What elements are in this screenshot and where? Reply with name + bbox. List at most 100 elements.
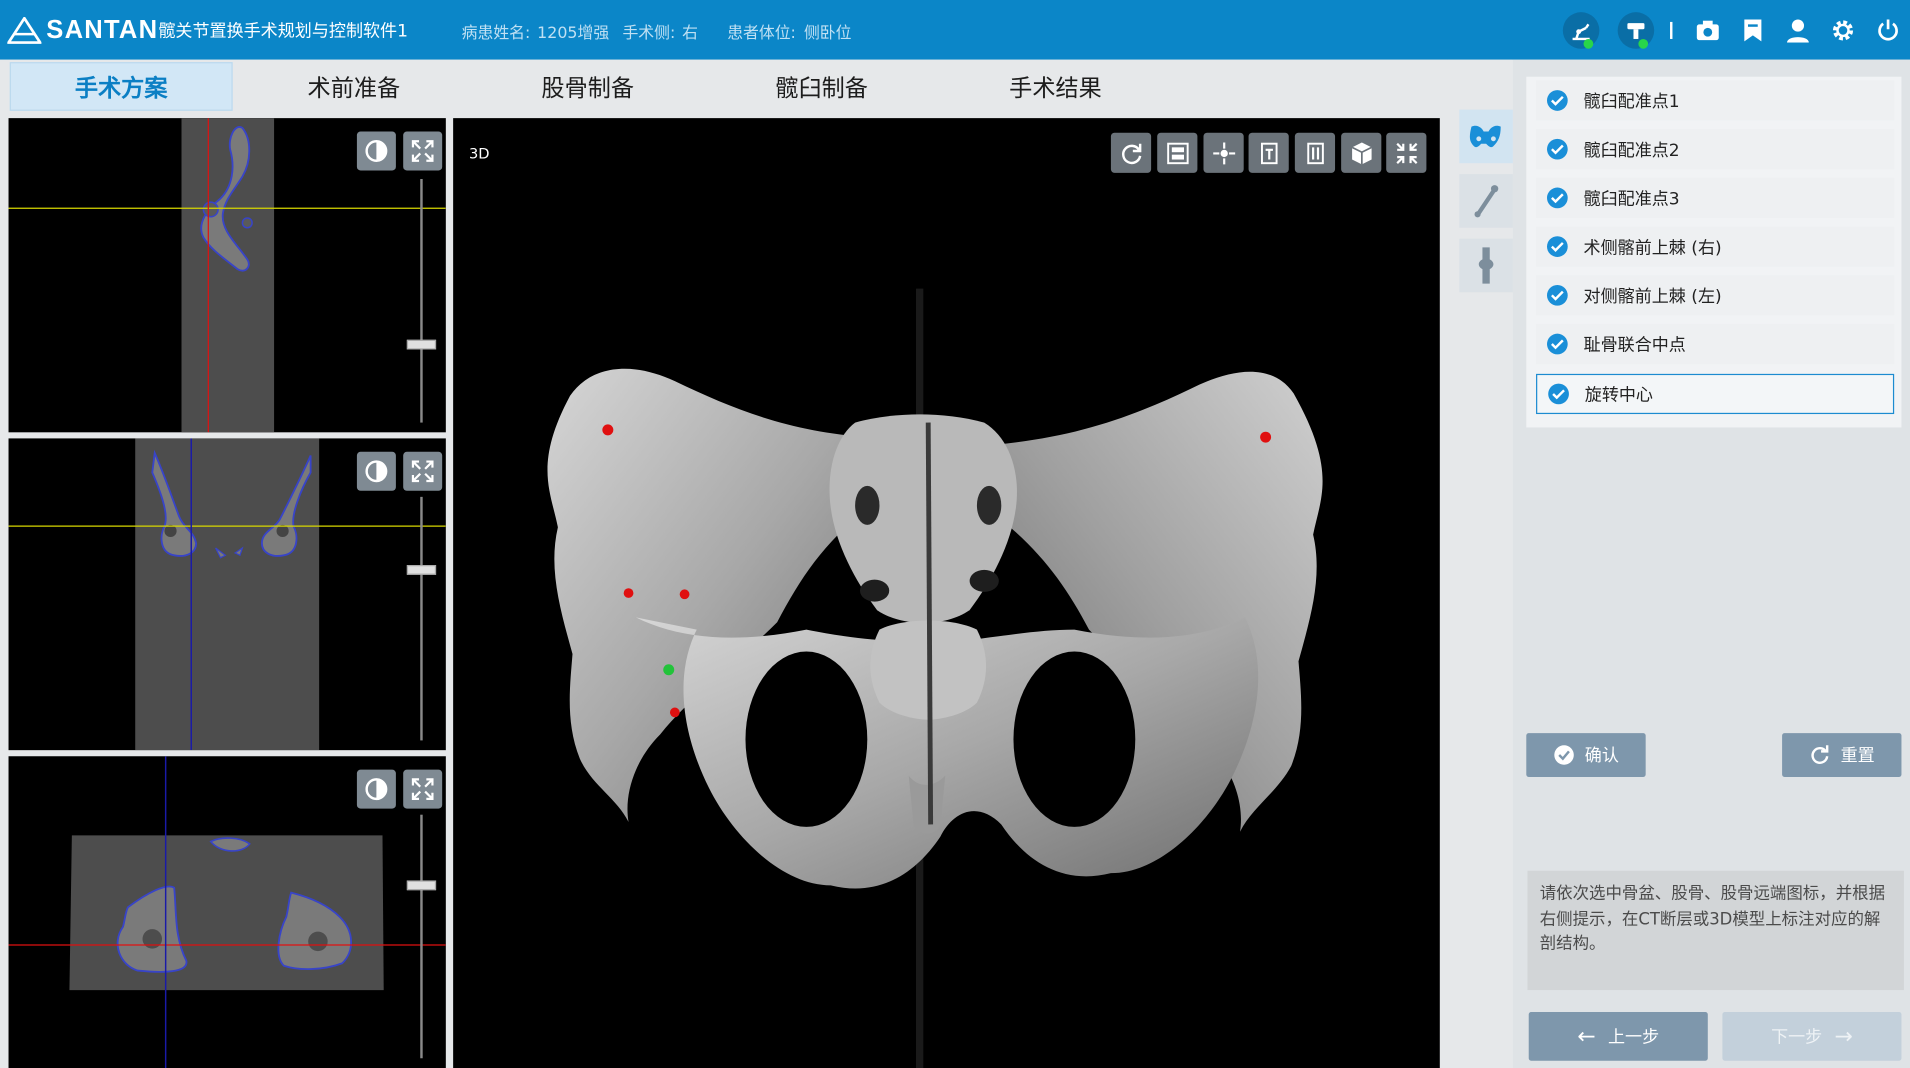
distal-femur-icon <box>1478 247 1494 284</box>
3d-view[interactable]: 3D <box>453 118 1440 1068</box>
expand-icon <box>411 140 434 162</box>
slice-slider-thumb[interactable] <box>406 339 437 350</box>
side-tab-distal-femur[interactable] <box>1459 238 1513 293</box>
sagittal-slice-view[interactable] <box>8 118 446 433</box>
femur-view-icon <box>1306 142 1324 164</box>
list-item-label: 对侧髂前上棘 (左) <box>1583 286 1722 307</box>
cube-view-button[interactable] <box>1341 132 1382 173</box>
patient-position: 侧卧位 <box>803 24 852 43</box>
pelvis-3d-model <box>547 288 1323 1068</box>
side-tab-pelvis[interactable] <box>1459 109 1513 164</box>
logo-icon <box>7 17 42 44</box>
settings-button[interactable] <box>1820 0 1865 60</box>
check-icon <box>1546 333 1568 355</box>
slice-slider-track[interactable] <box>420 814 423 1059</box>
tracker-button[interactable] <box>1613 0 1658 60</box>
robot-status-dot <box>1583 38 1594 49</box>
top-bar: SANTAN 髋关节置换手术规划与控制软件1 病患姓名: 1205增强 手术侧:… <box>0 0 1910 60</box>
expand-icon <box>411 778 434 800</box>
slice-slider-thumb[interactable] <box>406 880 437 891</box>
pelvis-view-icon <box>1260 142 1277 164</box>
expand-icon <box>411 460 434 483</box>
check-icon <box>1546 138 1568 160</box>
bookmark-icon <box>1743 18 1761 41</box>
list-item-label: 耻骨联合中点 <box>1583 335 1686 355</box>
slice-slider-track[interactable] <box>420 496 423 741</box>
confirm-button[interactable]: 确认 <box>1526 733 1646 777</box>
patient-position-label: 患者体位: <box>727 24 796 43</box>
center-view-button[interactable] <box>1203 132 1244 173</box>
arrow-right-icon: → <box>1834 1023 1853 1050</box>
user-icon <box>1786 18 1809 43</box>
expand-button[interactable] <box>403 131 443 171</box>
expand-button[interactable] <box>403 451 443 491</box>
list-item[interactable]: 髋臼配准点1 <box>1536 80 1895 121</box>
camera-icon <box>1696 20 1719 40</box>
list-item[interactable]: 髋臼配准点3 <box>1536 177 1895 218</box>
cube-icon <box>1351 141 1372 164</box>
app-window: SANTAN 髋关节置换手术规划与控制软件1 病患姓名: 1205增强 手术侧:… <box>0 0 1910 1068</box>
gear-icon <box>1832 19 1853 40</box>
slice-slider-track[interactable] <box>420 179 423 423</box>
list-item-label: 髋臼配准点1 <box>1583 91 1680 112</box>
femur-icon <box>1474 185 1499 218</box>
list-item[interactable]: 对侧髂前上棘 (左) <box>1536 275 1895 316</box>
list-item-selected[interactable]: 旋转中心 <box>1536 373 1895 415</box>
tracker-status-dot <box>1638 38 1649 49</box>
next-step-button[interactable]: 下一步 → <box>1722 1011 1902 1061</box>
contrast-button[interactable] <box>356 451 396 491</box>
slice-slider-thumb[interactable] <box>406 565 437 575</box>
power-icon <box>1877 18 1898 40</box>
anatomy-side-tabs <box>1447 59 1513 1068</box>
confirm-label: 确认 <box>1584 746 1619 766</box>
contrast-button[interactable] <box>356 131 396 171</box>
collapse-icon <box>1395 142 1417 164</box>
expand-button[interactable] <box>403 769 443 809</box>
next-step-label: 下一步 <box>1771 1027 1823 1048</box>
3d-ct-icon <box>1166 142 1189 164</box>
user-button[interactable] <box>1775 0 1820 60</box>
rotate-icon <box>1121 143 1141 164</box>
contrast-icon <box>365 460 388 483</box>
femur-view-button[interactable] <box>1294 132 1336 173</box>
main-tabs: 手术方案 术前准备 股骨制备 髋臼制备 手术结果 <box>0 59 1448 116</box>
contrast-button[interactable] <box>356 769 396 809</box>
landmark-list: 髋臼配准点1 髋臼配准点2 髋臼配准点3 术侧髂前上棘 (右) 对侧髂前上棘 (… <box>1526 76 1902 428</box>
instruction-text: 请依次选中骨盆、股骨、股骨远端图标，并根据右侧提示，在CT断层或3D模型上标注对… <box>1527 870 1904 991</box>
check-circle-icon <box>1554 745 1574 765</box>
contrast-icon <box>365 778 388 801</box>
pelvis-view-button[interactable] <box>1248 132 1289 173</box>
center-icon <box>1212 141 1235 164</box>
list-item[interactable]: 术侧髂前上棘 (右) <box>1536 226 1895 267</box>
app-title: 髋关节置换手术规划与控制软件1 <box>158 21 408 42</box>
tab-femur-prep[interactable]: 股骨制备 <box>476 62 699 111</box>
surgery-side: 右 <box>682 24 698 43</box>
side-tab-femur[interactable] <box>1459 174 1513 228</box>
3d-ct-button[interactable] <box>1157 132 1198 173</box>
power-button[interactable] <box>1865 0 1910 60</box>
check-icon <box>1546 284 1568 306</box>
robot-arm-button[interactable] <box>1558 0 1603 60</box>
surgery-side-label: 手术侧: <box>622 24 676 43</box>
tab-surgery-result[interactable]: 手术结果 <box>944 62 1167 111</box>
list-item[interactable]: 耻骨联合中点 <box>1536 323 1895 365</box>
pelvis-icon <box>1469 125 1501 148</box>
reset-label: 重置 <box>1840 746 1875 766</box>
check-icon <box>1548 383 1569 405</box>
refresh-icon <box>1811 745 1829 764</box>
collapse-view-button[interactable] <box>1386 132 1427 173</box>
axial-slice-view[interactable] <box>8 756 446 1068</box>
tab-preop-prep[interactable]: 术前准备 <box>242 62 465 111</box>
check-icon <box>1546 187 1568 209</box>
bookmark-button[interactable] <box>1730 0 1775 60</box>
coronal-slice-view[interactable] <box>8 438 446 751</box>
tab-acetabulum-prep[interactable]: 髋臼制备 <box>710 62 933 111</box>
reset-button[interactable]: 重置 <box>1782 733 1902 777</box>
arrow-left-icon: ← <box>1577 1023 1596 1050</box>
tab-surgery-plan[interactable]: 手术方案 <box>9 62 233 111</box>
rotate-button[interactable] <box>1110 132 1152 173</box>
list-item-label: 术侧髂前上棘 (右) <box>1583 238 1722 258</box>
camera-button[interactable] <box>1685 0 1730 60</box>
prev-step-button[interactable]: ← 上一步 <box>1528 1011 1708 1061</box>
list-item[interactable]: 髋臼配准点2 <box>1536 129 1895 170</box>
